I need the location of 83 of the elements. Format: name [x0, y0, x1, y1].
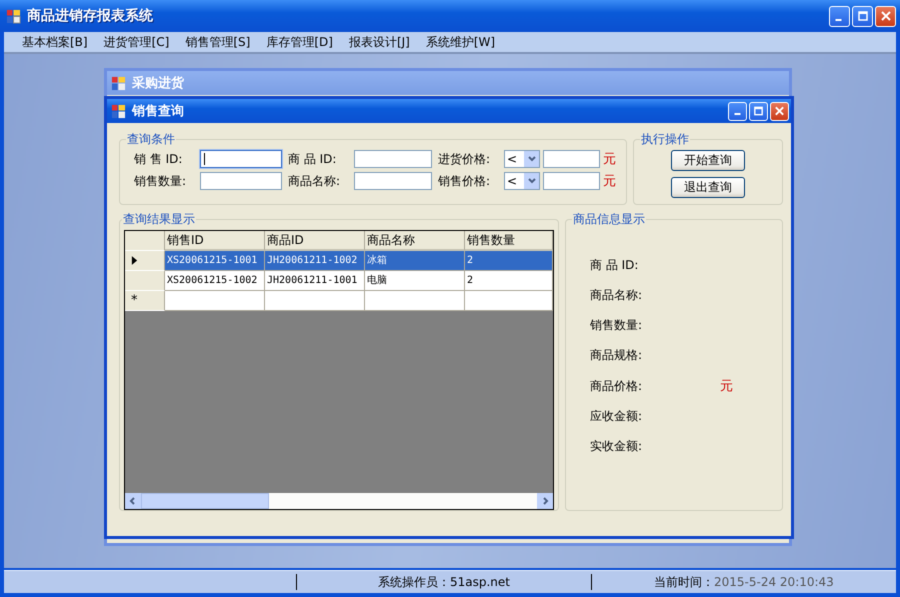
input-field[interactable] [543, 172, 600, 190]
operator-dropdown[interactable]: < [504, 150, 540, 168]
status-text: 当前时间： [654, 574, 714, 590]
group-title: 执行操作 [640, 131, 690, 148]
field-label: 销 售 ID: [134, 150, 184, 168]
field-label: 应收金额: [590, 408, 644, 425]
maximize-icon [856, 10, 868, 22]
row-header[interactable] [125, 251, 165, 271]
window-title: 销售查询 [132, 103, 185, 120]
chevron-down-icon [526, 154, 536, 164]
close-button[interactable] [875, 6, 896, 26]
field-label: 实收金额: [590, 438, 644, 455]
scroll-thumb[interactable] [141, 493, 269, 509]
dropdown-arrow-button[interactable] [524, 173, 539, 189]
app-icon [6, 8, 21, 24]
input-field[interactable] [200, 172, 282, 190]
field-label: 进货价格: [438, 150, 492, 168]
close-button[interactable] [770, 102, 789, 120]
menu-item[interactable]: 库存管理[D] [258, 34, 341, 50]
dropdown-arrow-button[interactable] [524, 151, 539, 167]
group-title: 查询结果显示 [122, 211, 196, 228]
group-title: 查询条件 [126, 131, 176, 148]
scroll-left-button[interactable] [125, 493, 141, 509]
menu-item[interactable]: 系统维护[W] [418, 34, 504, 50]
action-button[interactable]: 退出查询 [671, 177, 745, 198]
table-cell: JH20061211-1001 [265, 271, 365, 291]
new-row-marker: * [125, 291, 165, 311]
menu-item[interactable]: 基本档案[B] [14, 34, 96, 50]
input-field[interactable] [354, 172, 432, 190]
scroll-right-button[interactable] [537, 493, 553, 509]
minimize-button[interactable] [829, 6, 850, 26]
column-header[interactable]: 销售ID [165, 231, 265, 251]
minimize-button[interactable] [728, 102, 747, 120]
status-text: 系统操作员：51asp.net [378, 574, 510, 590]
field-label: 商品规格: [590, 347, 644, 364]
table-cell: 电脑 [365, 271, 465, 291]
field-label: 商品价格: [590, 378, 644, 394]
field-label: 销售数量: [134, 172, 188, 190]
unit-label: 元 [603, 151, 616, 168]
table-cell: XS20061215-1001 [165, 251, 265, 271]
field-label: 商品名称: [590, 287, 644, 304]
field-label: 销售数量: [590, 317, 644, 334]
menu-item[interactable]: 销售管理[S] [177, 34, 258, 50]
current-row-icon [131, 256, 138, 265]
minimize-icon [835, 18, 842, 20]
menu-item[interactable]: 报表设计[J] [340, 34, 418, 50]
field-label: 商品名称: [288, 172, 342, 190]
window-icon [111, 76, 126, 90]
dropdown-value: < [507, 174, 518, 188]
table-cell: 冰箱 [365, 251, 465, 271]
table-cell: 2 [465, 271, 553, 291]
field-label: 商 品 ID: [590, 257, 640, 274]
input-field[interactable] [200, 150, 282, 168]
status-time: 2015-5-24 20:10:43 [714, 575, 834, 589]
unit-label: 元 [603, 173, 616, 190]
close-icon [774, 105, 785, 117]
window-title: 采购进货 [132, 74, 185, 92]
table-cell: 2 [465, 251, 553, 271]
minimize-icon [734, 112, 741, 114]
unit-label: 元 [720, 378, 733, 395]
dropdown-value: < [507, 152, 518, 166]
menu-item[interactable]: 进货管理[C] [96, 34, 178, 50]
field-label: 销售价格: [438, 172, 492, 190]
row-header [125, 231, 165, 251]
field-label: 商 品 ID: [288, 150, 338, 168]
chevron-down-icon [526, 176, 536, 186]
operator-dropdown[interactable]: < [504, 172, 540, 190]
action-button[interactable]: 开始查询 [671, 150, 745, 171]
maximize-button[interactable] [852, 6, 873, 26]
window-icon [111, 104, 126, 118]
horizontal-scrollbar[interactable] [125, 493, 553, 509]
close-icon [880, 10, 892, 22]
maximize-button[interactable] [749, 102, 768, 120]
group-title: 商品信息显示 [572, 211, 646, 228]
input-field[interactable] [543, 150, 600, 168]
maximize-icon [753, 105, 764, 117]
column-header[interactable]: 商品ID [265, 231, 365, 251]
table-cell: XS20061215-1002 [165, 271, 265, 291]
input-field[interactable] [354, 150, 432, 168]
table-cell: JH20061211-1002 [265, 251, 365, 271]
column-header[interactable]: 商品名称 [365, 231, 465, 251]
column-header[interactable]: 销售数量 [465, 231, 553, 251]
window-title: 商品进销存报表系统 [27, 7, 154, 25]
